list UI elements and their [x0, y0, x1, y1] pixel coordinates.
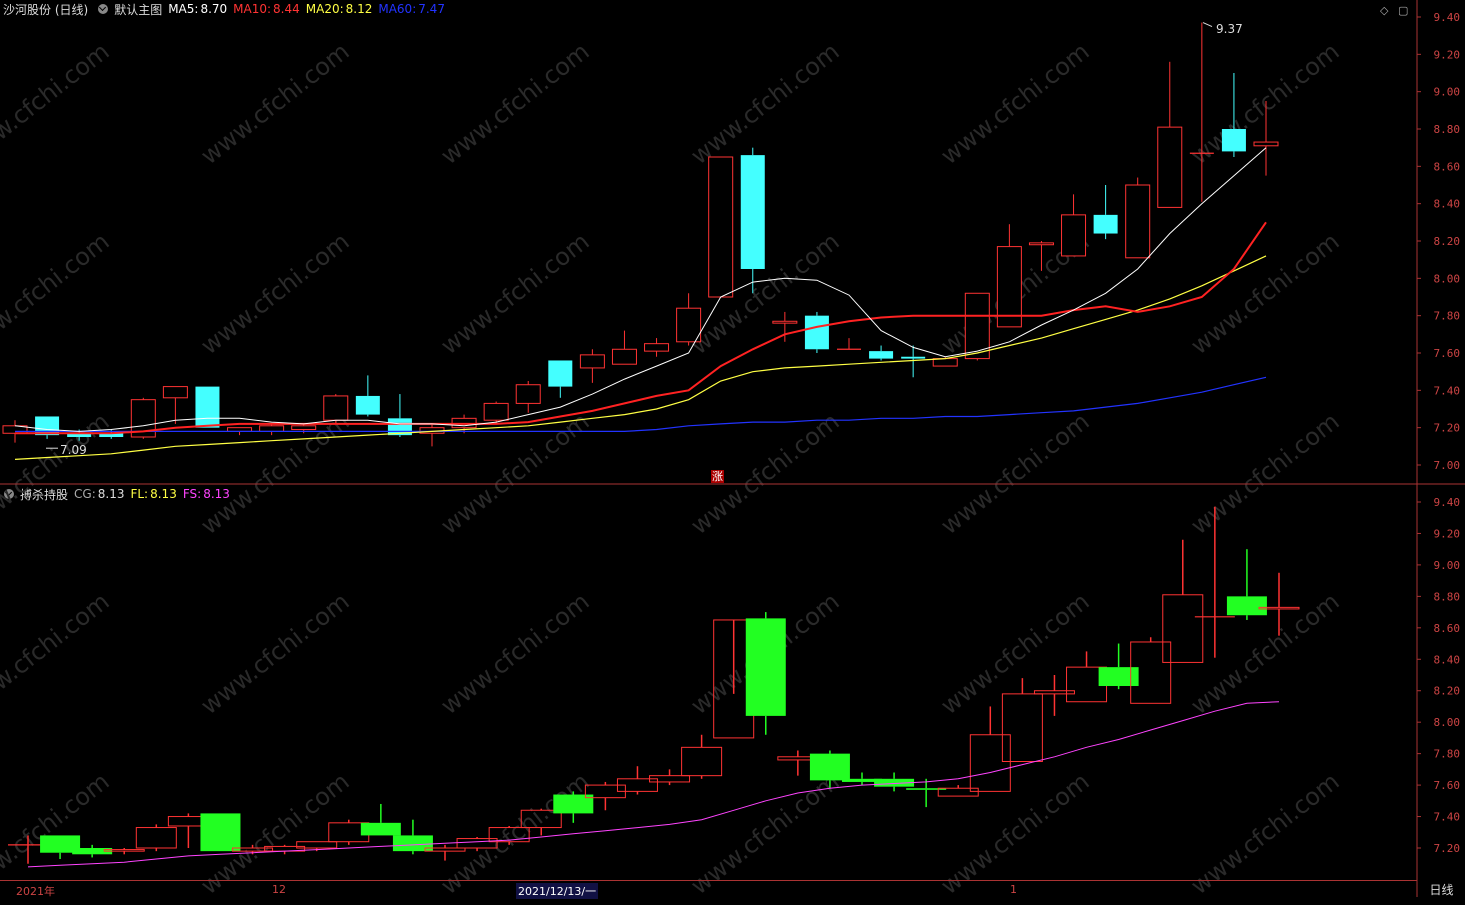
sub-y-tick-label: 9.00 — [1434, 559, 1461, 572]
watermark-text: www.cfchi.com — [436, 227, 595, 360]
candle-body-up — [611, 348, 637, 365]
watermark-text: www.cfchi.com — [0, 37, 115, 170]
candle-body-up — [1253, 141, 1279, 147]
watermark-text: www.cfchi.com — [936, 587, 1095, 720]
candle-body-up — [291, 425, 317, 431]
watermark-text: www.cfchi.com — [436, 37, 595, 170]
time-label-month-12: 12 — [272, 883, 286, 896]
main-y-tick-label: 9.40 — [1434, 11, 1461, 24]
candle-body-up — [579, 354, 605, 369]
sub-candle-body-down — [392, 835, 433, 852]
candle-body-up — [932, 358, 958, 367]
sub-y-tick-label: 8.60 — [1434, 622, 1461, 635]
watermark-text: www.cfchi.com — [1186, 37, 1345, 170]
candle-body-down — [1093, 214, 1118, 234]
candle-body-up — [323, 395, 349, 421]
watermark-text: www.cfchi.com — [196, 37, 355, 170]
sub-y-tick-label: 7.60 — [1434, 779, 1461, 792]
sub-y-tick-label: 9.20 — [1434, 527, 1461, 540]
candle-body-up — [1061, 214, 1087, 257]
stock-chart-window: 沙河股份 (日线) 默认主图 MA5: 8.70 MA10: 8.44 MA20… — [0, 0, 1465, 905]
candle-body-down — [740, 155, 765, 269]
candle-body-up — [708, 156, 734, 298]
watermark-text: www.cfchi.com — [436, 587, 595, 720]
candle-body-up — [1125, 184, 1151, 259]
sub-y-tick-label: 7.40 — [1434, 811, 1461, 824]
candle-body-down — [548, 360, 573, 387]
sub-y-tick-label: 8.00 — [1434, 716, 1461, 729]
sub-y-tick-label: 8.40 — [1434, 653, 1461, 666]
sub-candle-body-up — [1162, 594, 1204, 663]
sub-y-tick-label: 7.20 — [1434, 842, 1461, 855]
main-y-tick-label: 7.40 — [1434, 384, 1461, 397]
main-y-tick-label: 8.60 — [1434, 160, 1461, 173]
watermark-text: www.cfchi.com — [0, 227, 115, 360]
candle-body-up — [772, 320, 798, 324]
main-y-tick-label: 9.20 — [1434, 48, 1461, 61]
watermark-text: www.cfchi.com — [0, 587, 115, 720]
main-y-tick-label: 8.00 — [1434, 272, 1461, 285]
watermark-text: www.cfchi.com — [686, 407, 845, 540]
sub-candle-body-down — [360, 822, 401, 836]
watermark-text: www.cfchi.com — [686, 37, 845, 170]
main-y-tick-label: 8.20 — [1434, 235, 1461, 248]
main-y-tick-label: 7.20 — [1434, 422, 1461, 435]
candlestick-chart[interactable]: www.cfchi.com www.cfchi.com www.cfchi.com w… — [0, 0, 1465, 905]
main-y-tick-label: 7.80 — [1434, 310, 1461, 323]
candle-body-up — [483, 402, 509, 421]
high-pointer — [1202, 22, 1213, 28]
watermark-text: www.cfchi.com — [936, 407, 1095, 540]
main-y-tick-label: 7.60 — [1434, 347, 1461, 360]
candle-body-up — [644, 343, 670, 352]
watermark-text: www.cfchi.com — [1186, 227, 1345, 360]
period-selector[interactable]: 日线 — [1418, 881, 1465, 897]
candle-body-down — [355, 395, 380, 415]
sub-y-tick-label: 7.80 — [1434, 748, 1461, 761]
candle-body-up — [676, 307, 702, 343]
watermark-text: www.cfchi.com — [936, 37, 1095, 170]
candle-body-up — [259, 425, 285, 432]
sub-candle-body-up — [969, 734, 1011, 792]
main-y-tick-label: 7.00 — [1434, 459, 1461, 472]
main-y-tick-label: 8.40 — [1434, 198, 1461, 211]
candle-body-down — [869, 351, 894, 359]
sub-candle-body-up — [1033, 690, 1075, 695]
sub-y-tick-label: 8.20 — [1434, 685, 1461, 698]
high-price-marker: 9.37 — [1216, 22, 1243, 36]
sub-candle-body-down — [1098, 667, 1139, 687]
sub-candle-body-up — [296, 841, 338, 849]
watermark-text: www.cfchi.com — [196, 227, 355, 360]
sub-candle-body-up — [135, 827, 177, 849]
sub-candle-body-up — [681, 746, 723, 777]
watermark-text: www.cfchi.com — [196, 587, 355, 720]
sub-candle-body-up — [1001, 693, 1043, 763]
candle-body-down — [804, 315, 829, 350]
candle-body-down — [195, 386, 220, 428]
candle-body-up — [1157, 126, 1183, 208]
sub-y-tick-label: 9.40 — [1434, 496, 1461, 509]
candle-body-up — [515, 384, 541, 404]
sub-candle-body-down — [200, 813, 241, 852]
candle-body-down — [901, 356, 926, 359]
low-price-marker: 7.09 — [60, 443, 87, 457]
watermark-text: www.cfchi.com — [1186, 407, 1345, 540]
candle-body-up — [1028, 242, 1054, 246]
time-axis: 2021年 12 2021/12/13/一 1 — [0, 880, 1417, 899]
candle-body-down — [1221, 129, 1246, 152]
sub-candle-body-down — [1226, 596, 1267, 616]
bottom-tab-strip — [0, 897, 1465, 905]
candle-body-up — [162, 386, 188, 399]
time-label-month-1: 1 — [1010, 883, 1017, 896]
sub-candle-body-down — [745, 618, 786, 716]
zhang-badge: 涨 — [711, 470, 724, 483]
sub-y-tick-label: 8.80 — [1434, 590, 1461, 603]
main-y-tick-label: 8.80 — [1434, 123, 1461, 136]
sub-candle-body-down — [809, 753, 850, 781]
main-y-tick-label: 9.00 — [1434, 86, 1461, 99]
